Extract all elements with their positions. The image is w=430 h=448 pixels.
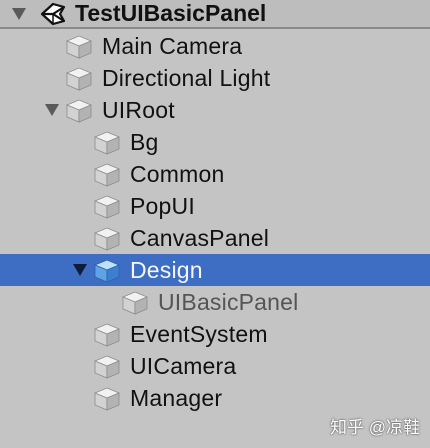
scene-header-row[interactable]: TestUIBasicPanel <box>0 0 430 29</box>
gameobject-cube-icon <box>121 291 149 315</box>
foldout-expanded-icon[interactable] <box>72 263 88 277</box>
hierarchy-panel: TestUIBasicPanel Main Camera Directional … <box>0 0 430 448</box>
hierarchy-row[interactable]: Common <box>0 158 430 190</box>
foldout-expanded-icon[interactable] <box>44 103 60 117</box>
gameobject-cube-icon <box>93 131 121 155</box>
hierarchy-row[interactable]: Bg <box>0 126 430 158</box>
hierarchy-row-label: Directional Light <box>102 65 271 91</box>
hierarchy-row-label: Manager <box>130 385 223 411</box>
gameobject-cube-icon <box>65 35 93 59</box>
hierarchy-row-label: EventSystem <box>130 321 268 347</box>
hierarchy-row[interactable]: PopUI <box>0 190 430 222</box>
hierarchy-row[interactable]: Manager <box>0 382 430 414</box>
gameobject-cube-icon <box>93 355 121 379</box>
hierarchy-row-label: UIBasicPanel <box>158 289 299 315</box>
gameobject-cube-icon <box>93 387 121 411</box>
hierarchy-row[interactable]: CanvasPanel <box>0 222 430 254</box>
hierarchy-row[interactable]: Directional Light <box>0 62 430 94</box>
hierarchy-row[interactable]: Main Camera <box>0 30 430 62</box>
gameobject-cube-icon <box>93 323 121 347</box>
watermark: 知乎 @凉鞋 <box>330 418 420 437</box>
hierarchy-row[interactable]: UIRoot <box>0 94 430 126</box>
foldout-expanded-icon[interactable] <box>11 7 27 21</box>
hierarchy-row-label: UIRoot <box>102 97 175 123</box>
gameobject-cube-icon <box>65 99 93 123</box>
gameobject-cube-icon <box>65 67 93 91</box>
unity-logo-icon <box>40 2 66 26</box>
hierarchy-row[interactable]: EventSystem <box>0 318 430 350</box>
hierarchy-row[interactable]: UICamera <box>0 350 430 382</box>
hierarchy-row-label: Bg <box>130 129 159 155</box>
hierarchy-row[interactable]: UIBasicPanel <box>0 286 430 318</box>
scene-header-divider <box>0 27 430 29</box>
gameobject-cube-icon <box>93 163 121 187</box>
scene-name: TestUIBasicPanel <box>75 0 267 26</box>
hierarchy-row-label: Design <box>130 257 203 283</box>
hierarchy-row[interactable]: Design <box>0 254 430 286</box>
gameobject-cube-icon <box>93 227 121 251</box>
hierarchy-row-label: CanvasPanel <box>130 225 270 251</box>
hierarchy-row-label: Common <box>130 161 225 187</box>
hierarchy-row-label: UICamera <box>130 353 237 379</box>
gameobject-cube-icon <box>93 259 121 283</box>
hierarchy-row-label: PopUI <box>130 193 195 219</box>
hierarchy-row-label: Main Camera <box>102 33 243 59</box>
gameobject-cube-icon <box>93 195 121 219</box>
